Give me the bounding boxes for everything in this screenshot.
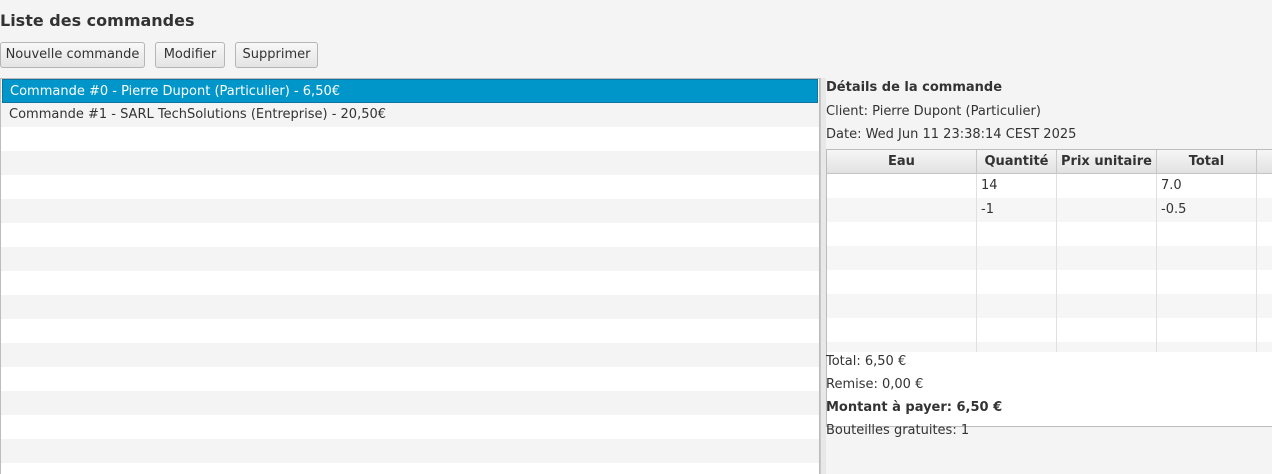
empty-table-row [827, 318, 1272, 342]
cell-prix-unitaire [1057, 174, 1157, 198]
empty-list-row [1, 151, 819, 175]
empty-cell [977, 342, 1057, 352]
table-row[interactable]: 14 7.0 [827, 174, 1272, 198]
empty-list-row [1, 319, 819, 343]
empty-list-row [1, 415, 819, 439]
details-heading: Détails de la commande [826, 80, 1003, 95]
empty-cell [827, 342, 977, 352]
total-label: Total: 6,50 € [826, 354, 907, 369]
table-row[interactable]: -1 -0.5 [827, 198, 1272, 222]
empty-cell [1057, 318, 1157, 342]
cell-prix-unitaire [1057, 198, 1157, 222]
empty-list-row [1, 367, 819, 391]
column-header-total[interactable]: Total [1157, 150, 1257, 174]
empty-cell [1057, 270, 1157, 294]
empty-cell [827, 294, 977, 318]
amount-due-label: Montant à payer: 6,50 € [826, 400, 1003, 415]
empty-cell [1157, 318, 1257, 342]
empty-table-row [827, 246, 1272, 270]
column-header-filler [1257, 150, 1272, 174]
column-header-prix-unitaire[interactable]: Prix unitaire [1057, 150, 1157, 174]
empty-list-row [1, 271, 819, 295]
new-order-button[interactable]: Nouvelle commande [0, 42, 145, 68]
empty-cell [1057, 294, 1157, 318]
free-bottles-label: Bouteilles gratuites: 1 [826, 423, 970, 438]
empty-cell [977, 246, 1057, 270]
empty-table-row [827, 342, 1272, 352]
empty-list-row [1, 175, 819, 199]
cell-total: -0.5 [1157, 198, 1257, 222]
empty-list-row [1, 247, 819, 271]
empty-cell [977, 222, 1057, 246]
empty-cell [1057, 246, 1157, 270]
column-header-quantite[interactable]: Quantité [977, 150, 1057, 174]
cell-quantite: -1 [977, 198, 1057, 222]
client-label: Client: Pierre Dupont (Particulier) [826, 104, 1041, 119]
empty-cell [977, 294, 1057, 318]
empty-cell [1157, 270, 1257, 294]
delete-button[interactable]: Supprimer [235, 42, 318, 68]
empty-cell [1157, 342, 1257, 352]
empty-table-row [827, 222, 1272, 246]
empty-cell [827, 246, 977, 270]
list-item[interactable]: Commande #0 - Pierre Dupont (Particulier… [2, 79, 818, 103]
order-details-panel: Détails de la commande Client: Pierre Du… [826, 78, 1272, 474]
empty-cell [827, 270, 977, 294]
empty-list-row [1, 223, 819, 247]
list-item[interactable]: Commande #1 - SARL TechSolutions (Entrep… [1, 103, 819, 127]
page-title: Liste des commandes [0, 11, 195, 30]
empty-cell [1057, 342, 1157, 352]
empty-table-row [827, 294, 1272, 318]
cell-quantite: 14 [977, 174, 1057, 198]
empty-list-row [1, 295, 819, 319]
empty-list-row [1, 439, 819, 463]
date-label: Date: Wed Jun 11 23:38:14 CEST 2025 [826, 127, 1077, 142]
empty-list-row [1, 391, 819, 415]
cell-eau [827, 174, 977, 198]
empty-cell [827, 222, 977, 246]
discount-label: Remise: 0,00 € [826, 377, 924, 392]
cell-total: 7.0 [1157, 174, 1257, 198]
empty-cell [1157, 246, 1257, 270]
table-header: Eau Quantité Prix unitaire Total [827, 150, 1272, 174]
cell-eau [827, 198, 977, 222]
empty-cell [1057, 222, 1157, 246]
column-header-eau[interactable]: Eau [827, 150, 977, 174]
empty-list-row [1, 463, 819, 474]
empty-list-row [1, 127, 819, 151]
empty-cell [827, 318, 977, 342]
empty-cell [1157, 222, 1257, 246]
edit-button[interactable]: Modifier [155, 42, 225, 68]
orders-list[interactable]: Commande #0 - Pierre Dupont (Particulier… [0, 78, 820, 474]
empty-cell [977, 270, 1057, 294]
empty-list-row [1, 343, 819, 367]
empty-cell [1157, 294, 1257, 318]
empty-table-row [827, 270, 1272, 294]
empty-cell [977, 318, 1057, 342]
empty-list-row [1, 199, 819, 223]
